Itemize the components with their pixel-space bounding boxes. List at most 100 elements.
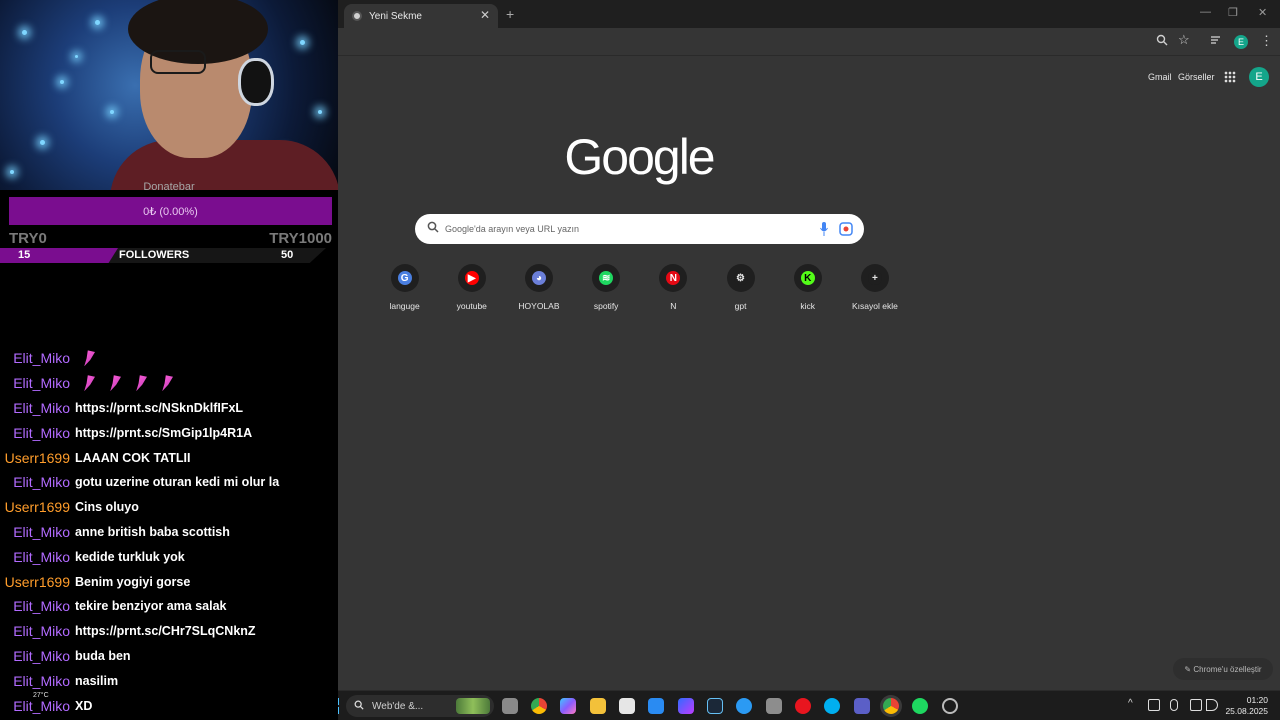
shortcut-label: HOYOLAB (518, 301, 560, 311)
shortcut-label: languge (389, 301, 420, 311)
profile-avatar-button[interactable]: E (1234, 35, 1248, 49)
search-icon (427, 221, 439, 233)
donate-max: TRY1000 (269, 230, 332, 247)
chat-username[interactable]: Elit_Miko (0, 598, 70, 614)
chat-text: https://prnt.sc/CHr7SLqCNknZ (75, 624, 256, 639)
calculator-icon[interactable] (766, 698, 782, 714)
window-close-button[interactable]: ✕ (1258, 6, 1267, 19)
account-avatar[interactable]: E (1249, 67, 1269, 87)
search-input[interactable] (445, 214, 805, 244)
tray-network-off-icon[interactable] (1148, 699, 1160, 711)
minimize-button[interactable]: — (1200, 6, 1211, 18)
chat-text: gotu uzerine oturan kedi mi olur la (75, 475, 280, 490)
chat-username[interactable]: Elit_Miko (0, 400, 70, 416)
volume-icon[interactable] (1206, 699, 1218, 711)
skype-icon[interactable] (824, 698, 840, 714)
shortcut-tile[interactable]: ⚙ gpt (707, 264, 774, 311)
microphone-tray-icon[interactable] (1170, 699, 1178, 711)
copilot-icon[interactable] (560, 698, 576, 714)
media-control-icon[interactable] (1210, 34, 1222, 49)
obs-icon[interactable] (942, 698, 958, 714)
shortcut-tile[interactable]: NN (640, 264, 707, 311)
shortcut-tile[interactable]: Kkick (774, 264, 841, 311)
app-icon[interactable] (678, 698, 694, 714)
chat-username[interactable]: Elit_Miko (0, 474, 70, 490)
donate-progress-bar: 0₺ (0.00%) (9, 197, 332, 225)
chrome-active-icon[interactable] (883, 698, 899, 714)
donate-min: TRY0 (9, 230, 47, 247)
shortcut-label: kick (800, 301, 816, 311)
spotify-taskbar-icon[interactable] (912, 698, 928, 714)
followers-label: FOLLOWERS (119, 249, 190, 261)
shortcut-tile[interactable]: ≋ spotify (573, 264, 640, 311)
images-link[interactable]: Görseller (1178, 72, 1215, 82)
chat-message: Elit_Miko tekire benziyor ama salak (0, 594, 338, 619)
chat-list: Elit_Miko Elit_Miko Elit_Miko https://prnt.… (0, 346, 338, 718)
chat-username[interactable]: Elit_Miko (0, 698, 70, 714)
gmail-link[interactable]: Gmail (1148, 72, 1172, 82)
opera-icon[interactable] (795, 698, 811, 714)
google-lens-icon[interactable] (839, 222, 853, 236)
chat-message: Elit_Miko kedide turkluk yok (0, 544, 338, 569)
chat-username[interactable]: Elit_Miko (0, 524, 70, 540)
shortcut-label: spotify (593, 301, 619, 311)
microphone-icon[interactable] (820, 222, 828, 236)
shortcut-icon-circle[interactable]: N (659, 264, 688, 292)
shortcut-tile[interactable]: ◕ HOYOLAB (505, 264, 572, 311)
chat-username[interactable]: Elit_Miko (0, 673, 70, 689)
customize-chrome-button[interactable]: ✎ Chrome'u özelleştir (1173, 658, 1273, 680)
chat-message: Userr1699 Cins oluyo (0, 495, 338, 520)
bookmark-star-icon[interactable]: ☆ (1178, 32, 1190, 48)
apps-grid-icon[interactable] (1224, 71, 1236, 83)
taskbar-search[interactable]: Web'de &... (346, 695, 494, 717)
shortcut-icon-circle[interactable]: ◕ (524, 264, 553, 292)
chat-text: kedide turkluk yok (75, 549, 185, 564)
store-icon[interactable] (619, 698, 635, 714)
chat-username[interactable]: Elit_Miko (0, 350, 70, 366)
shortcut-tile[interactable]: ▶ youtube (438, 264, 505, 311)
maximize-button[interactable]: ❐ (1228, 6, 1238, 19)
mail-icon[interactable] (648, 698, 664, 714)
chat-username[interactable]: Userr1699 (0, 499, 70, 515)
shortcut-tile[interactable]: + Kısayol ekle (841, 264, 908, 311)
zoom-icon[interactable] (1156, 34, 1168, 49)
chat-message: Elit_Miko buda ben (0, 644, 338, 669)
display-icon[interactable] (1190, 699, 1202, 711)
chat-username[interactable]: Elit_Miko (0, 648, 70, 664)
feather-emote-icon (162, 375, 173, 392)
steam-icon[interactable] (707, 698, 723, 714)
clock-date[interactable]: 25.08.2025 (1225, 706, 1268, 716)
shortcut-tile[interactable]: Glanguge (371, 264, 438, 311)
chrome-taskbar-icon[interactable] (531, 698, 547, 714)
shortcut-icon-circle[interactable]: K (793, 264, 822, 292)
teams-icon[interactable] (854, 698, 870, 714)
chat-username[interactable]: Elit_Miko (0, 425, 70, 441)
shortcut-label: N (670, 301, 677, 311)
chat-username[interactable]: Elit_Miko (0, 623, 70, 639)
chat-username[interactable]: Userr1699 (0, 450, 70, 466)
chat-text: LAAAN COK TATLII (75, 450, 191, 465)
chat-username[interactable]: Elit_Miko (0, 375, 70, 391)
file-explorer-icon[interactable] (590, 698, 606, 714)
weather-temperature[interactable]: 27°C (33, 692, 49, 699)
shortcut-label: youtube (456, 301, 487, 311)
task-view-icon[interactable] (502, 698, 518, 714)
chat-username[interactable]: Userr1699 (0, 574, 70, 590)
tab-new-tab[interactable]: Yeni Sekme ✕ (344, 4, 498, 28)
shortcut-icon-circle[interactable]: ▶ (457, 264, 486, 292)
clock-time[interactable]: 01:20 (1247, 695, 1268, 705)
shortcut-icon-circle[interactable]: + (860, 264, 889, 292)
chat-text: https://prnt.sc/NSknDklfIFxL (75, 400, 244, 415)
search-box[interactable] (415, 214, 864, 244)
tab-close-button[interactable]: ✕ (480, 9, 490, 21)
tray-expand-icon[interactable]: ^ (1128, 698, 1133, 709)
chat-username[interactable]: Elit_Miko (0, 549, 70, 565)
shortcut-icon-circle[interactable]: ⚙ (726, 264, 755, 292)
taskbar-search-icon (354, 700, 364, 713)
chat-message: Userr1699 LAAAN COK TATLII (0, 445, 338, 470)
shortcut-icon-circle[interactable]: G (390, 264, 419, 292)
shortcut-icon-circle[interactable]: ≋ (592, 264, 621, 292)
browser-app-icon[interactable] (736, 698, 752, 714)
menu-dots-icon[interactable]: ⋮ (1260, 33, 1273, 49)
new-tab-button[interactable]: + (506, 6, 514, 22)
